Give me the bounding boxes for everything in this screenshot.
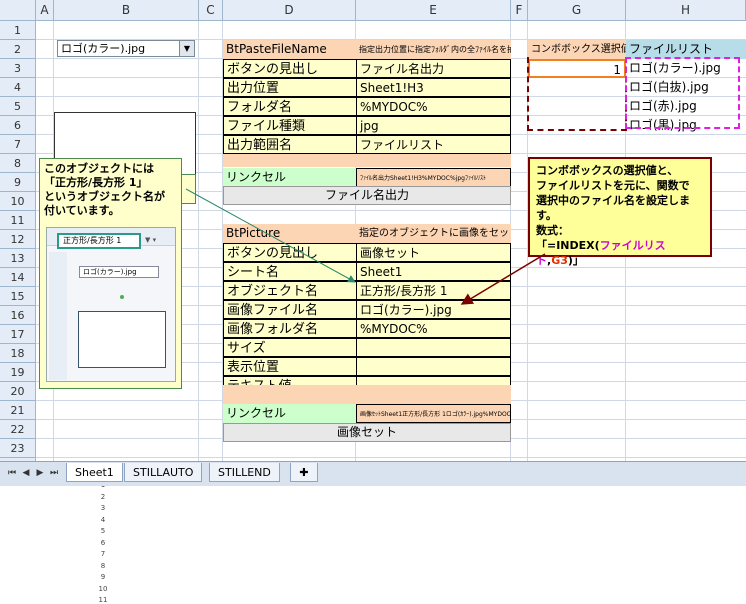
insert-sheet-icon[interactable]: ✚ (290, 463, 318, 482)
next-sheet-icon[interactable]: ▶ (34, 466, 46, 480)
mini-row-number: 8 (100, 561, 106, 570)
mini-row-number: 11 (98, 596, 108, 604)
sheet-tab-sheet1[interactable]: Sheet1 (66, 463, 123, 482)
first-sheet-icon[interactable]: ⏮ (6, 466, 18, 480)
mini-row-number: 6 (100, 538, 106, 547)
mini-row-number: 2 (100, 492, 106, 501)
mini-row-number: 7 (100, 550, 106, 558)
annotation-arrows (185, 188, 546, 305)
sheet-tab-stillauto[interactable]: STILLAUTO (124, 463, 203, 482)
sheet-tab-stillend[interactable]: STILLEND (209, 463, 280, 482)
mini-row-number: 3 (100, 504, 106, 512)
mini-row-number: 4 (100, 515, 106, 524)
callout-arrow (460, 253, 546, 305)
object-arrow (185, 188, 356, 283)
prev-sheet-icon[interactable]: ◀ (20, 466, 32, 480)
mini-row-number: 10 (98, 584, 108, 593)
mini-row-number: 9 (100, 573, 106, 581)
last-sheet-icon[interactable]: ⏭ (48, 466, 60, 480)
mini-row-number: 5 (100, 527, 106, 535)
